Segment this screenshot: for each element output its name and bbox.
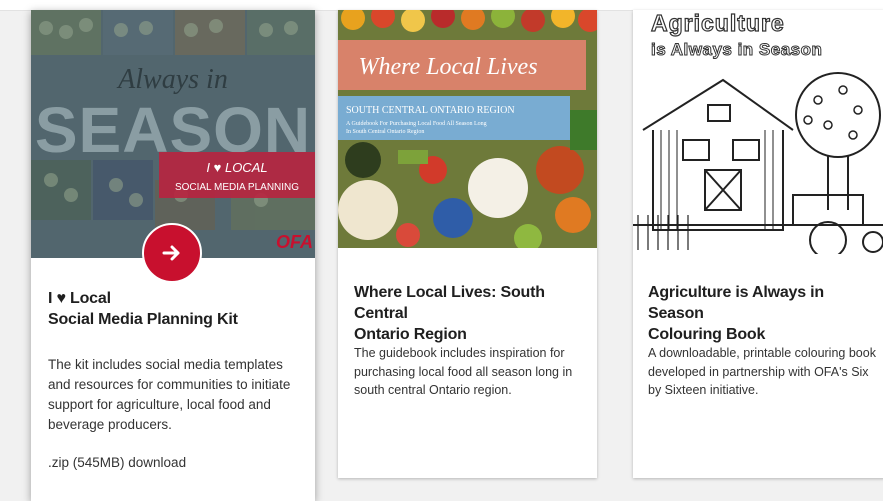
image-line2: is Always in Season (651, 40, 822, 59)
image-region-text: SOUTH CENTRAL ONTARIO REGION (346, 105, 515, 116)
card-title-line1: I ♥ Local (48, 290, 111, 307)
where-local-lives-image: Where Local Lives SOUTH CENTRAL ONTARIO … (338, 10, 597, 248)
card-title-line1: Where Local Lives: South Central (354, 284, 545, 322)
image-script-text: Always in (116, 64, 228, 95)
card-title-line2: Colouring Book (648, 326, 766, 343)
where-local-lives-thumbnail[interactable]: Where Local Lives SOUTH CENTRAL ONTARIO … (338, 10, 597, 248)
card-description: The kit includes social media templates … (48, 357, 291, 432)
resource-card-social-media-kit[interactable]: Always in SEASON I ♥ LOCAL SOCIAL MEDIA … (31, 10, 315, 501)
ofa-logo: OFA (276, 232, 313, 252)
image-sub-text-2: In South Central Ontario Region (346, 129, 424, 135)
image-line1: Agriculture (651, 10, 785, 36)
colouring-book-image: Agriculture is Always in Season (633, 10, 883, 254)
image-badge-line1: I ♥ LOCAL (206, 160, 267, 175)
social-media-kit-thumbnail[interactable]: Always in SEASON I ♥ LOCAL SOCIAL MEDIA … (31, 10, 315, 258)
card-title[interactable]: Where Local Lives: South Central Ontario… (354, 282, 589, 345)
image-sub-text-1: A Guidebook For Purchasing Local Food Al… (346, 121, 487, 127)
arrow-right-icon (162, 245, 180, 261)
always-in-season-image: Always in SEASON I ♥ LOCAL SOCIAL MEDIA … (31, 10, 315, 258)
colouring-book-thumbnail[interactable]: Agriculture is Always in Season (633, 10, 883, 254)
resource-card-where-local-lives[interactable]: Where Local Lives SOUTH CENTRAL ONTARIO … (338, 10, 597, 478)
card-title[interactable]: Agriculture is Always in Season Colourin… (648, 282, 880, 345)
card-title[interactable]: I ♥ Local Social Media Planning Kit (48, 288, 303, 330)
image-banner-text: Where Local Lives (358, 54, 537, 80)
image-badge-line2: SOCIAL MEDIA PLANNING (175, 182, 299, 193)
download-link[interactable]: .zip (545MB) download (48, 455, 186, 470)
card-title-line1: Agriculture is Always in Season (648, 284, 824, 322)
card-description: The guidebook includes inspiration for p… (354, 346, 573, 397)
card-description: A downloadable, printable colouring book… (648, 346, 876, 397)
resource-card-colouring-book[interactable]: Agriculture is Always in Season Agricult… (633, 10, 883, 478)
open-resource-button[interactable] (142, 223, 202, 283)
card-title-line2: Social Media Planning Kit (48, 311, 238, 328)
card-title-line2: Ontario Region (354, 326, 467, 343)
